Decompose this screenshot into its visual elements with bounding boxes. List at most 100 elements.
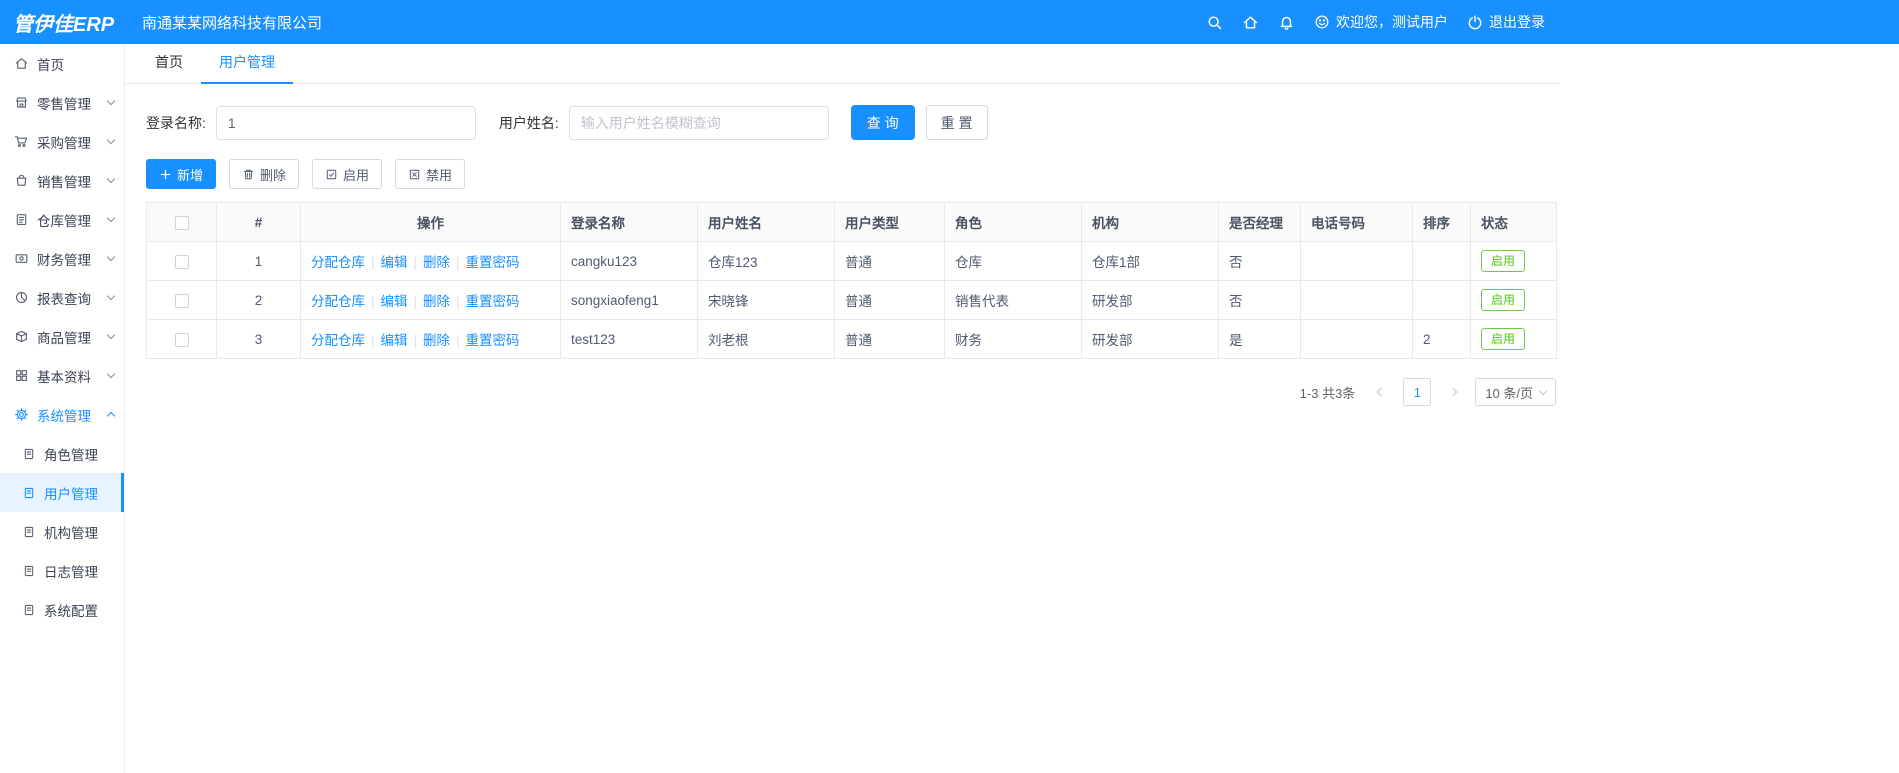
cart-icon <box>14 134 29 149</box>
enable-button[interactable]: 启用 <box>312 159 383 189</box>
sidebar-item-label: 零售管理 <box>37 96 91 112</box>
table-row: 3 分配仓库 | 编辑 | 删除 | 重置密码 test123 刘老根 普通 财务 研发部 … <box>146 319 1557 359</box>
role-cell: 仓库 <box>944 241 1082 281</box>
sidebar-item-role-management[interactable]: 角色管理 <box>0 434 124 473</box>
logout-button[interactable]: 退出登录 <box>1467 12 1545 32</box>
tab-home[interactable]: 首页 <box>137 52 201 83</box>
column-header: 是否经理 <box>1218 202 1301 242</box>
sidebar-item-log-management[interactable]: 日志管理 <box>0 551 124 590</box>
sidebar-item-label: 销售管理 <box>37 174 91 190</box>
divider: | <box>371 294 375 309</box>
sidebar-item-sales[interactable]: 销售管理 <box>0 161 124 200</box>
welcome-user[interactable]: 欢迎您，测试用户 <box>1314 12 1448 32</box>
users-table: # 操作 登录名称 用户姓名 用户类型 角色 机构 是否经理 电话号码 排序 状… <box>146 202 1557 359</box>
divider: | <box>371 255 375 270</box>
form-icon <box>22 525 36 539</box>
sidebar-item-finance[interactable]: 财务管理 <box>0 239 124 278</box>
user-name-label: 用户姓名: <box>498 114 559 131</box>
sidebar-item-basic-data[interactable]: 基本资料 <box>0 356 124 395</box>
row-operations: 分配仓库 | 编辑 | 删除 | 重置密码 <box>300 280 561 320</box>
app-logo: 管伊佳ERP <box>13 13 115 36</box>
sidebar-item-label: 商品管理 <box>37 330 91 346</box>
assign-warehouse-link[interactable]: 分配仓库 <box>311 255 365 270</box>
sidebar-item-purchase[interactable]: 采购管理 <box>0 122 124 161</box>
sidebar-item-system[interactable]: 系统管理 <box>0 395 124 434</box>
sidebar-item-products[interactable]: 商品管理 <box>0 317 124 356</box>
delete-link[interactable]: 删除 <box>423 294 450 309</box>
assign-warehouse-link[interactable]: 分配仓库 <box>311 294 365 309</box>
manager-cell: 是 <box>1218 319 1301 359</box>
prev-page-button[interactable] <box>1369 378 1393 406</box>
page-size-select[interactable]: 10 条/页 <box>1475 378 1556 406</box>
gear-icon <box>14 407 29 422</box>
next-page-button[interactable] <box>1441 378 1465 406</box>
sidebar-item-label: 系统管理 <box>37 408 91 424</box>
welcome-text: 欢迎您，测试用户 <box>1336 14 1448 30</box>
tab-user-management[interactable]: 用户管理 <box>201 52 293 84</box>
sidebar-item-reports[interactable]: 报表查询 <box>0 278 124 317</box>
sidebar-item-org-management[interactable]: 机构管理 <box>0 512 124 551</box>
row-checkbox[interactable] <box>174 332 189 347</box>
plus-icon <box>159 168 172 181</box>
page-number-button[interactable]: 1 <box>1403 378 1432 406</box>
column-header: 电话号码 <box>1300 202 1413 242</box>
row-checkbox[interactable] <box>174 293 189 308</box>
delete-link[interactable]: 删除 <box>423 333 450 348</box>
search-icon[interactable] <box>1206 14 1223 31</box>
disable-button[interactable]: 禁用 <box>395 159 466 189</box>
delete-button[interactable]: 删除 <box>229 159 300 189</box>
login-name-input[interactable] <box>215 105 476 140</box>
form-icon <box>22 564 36 578</box>
assign-warehouse-link[interactable]: 分配仓库 <box>311 333 365 348</box>
status-badge[interactable]: 启用 <box>1481 328 1526 350</box>
logout-text: 退出登录 <box>1489 14 1545 30</box>
form-icon <box>22 603 36 617</box>
login-name-cell: cangku123 <box>560 241 698 281</box>
status-badge[interactable]: 启用 <box>1481 250 1526 272</box>
reset-password-link[interactable]: 重置密码 <box>466 333 520 348</box>
manager-cell: 否 <box>1218 241 1301 281</box>
column-header: 角色 <box>944 202 1082 242</box>
home-icon[interactable] <box>1242 14 1259 31</box>
form-icon <box>22 447 36 461</box>
money-icon <box>14 251 29 266</box>
sidebar-item-warehouse[interactable]: 仓库管理 <box>0 200 124 239</box>
role-cell: 财务 <box>944 319 1082 359</box>
bell-icon[interactable] <box>1278 14 1295 31</box>
pie-chart-icon <box>14 290 29 305</box>
add-button[interactable]: 新增 <box>146 159 217 189</box>
sidebar-item-label: 首页 <box>37 57 64 73</box>
edit-link[interactable]: 编辑 <box>381 333 408 348</box>
user-name-input[interactable] <box>568 105 829 140</box>
divider: | <box>456 333 460 348</box>
org-cell: 研发部 <box>1081 280 1219 320</box>
chevron-up-icon <box>106 411 116 421</box>
query-button[interactable]: 查 询 <box>850 105 915 140</box>
divider: | <box>413 333 418 348</box>
sidebar-item-system-config[interactable]: 系统配置 <box>0 590 124 629</box>
phone-cell <box>1300 319 1413 359</box>
chevron-down-icon <box>106 135 116 145</box>
phone-cell <box>1300 280 1413 320</box>
delete-link[interactable]: 删除 <box>423 255 450 270</box>
pagination: 1-3 共3条 1 10 条/页 <box>146 378 1556 406</box>
select-all-checkbox[interactable] <box>174 215 189 230</box>
status-badge[interactable]: 启用 <box>1481 289 1526 311</box>
sort-cell <box>1412 280 1471 320</box>
sidebar-item-retail[interactable]: 零售管理 <box>0 83 124 122</box>
row-checkbox[interactable] <box>174 254 189 269</box>
sidebar-item-label: 财务管理 <box>37 252 91 268</box>
reset-password-link[interactable]: 重置密码 <box>466 255 520 270</box>
sidebar-item-home[interactable]: 首页 <box>0 44 124 83</box>
edit-link[interactable]: 编辑 <box>381 294 408 309</box>
sidebar-item-label: 报表查询 <box>37 291 91 307</box>
sidebar-item-label: 日志管理 <box>44 564 98 580</box>
reset-password-link[interactable]: 重置密码 <box>466 294 520 309</box>
user-name-cell: 仓库123 <box>697 241 835 281</box>
pagination-total: 1-3 共3条 <box>1299 385 1356 401</box>
edit-link[interactable]: 编辑 <box>381 255 408 270</box>
sidebar-item-user-management[interactable]: 用户管理 <box>0 473 124 512</box>
shop-icon <box>14 95 29 110</box>
row-index: 2 <box>216 280 301 320</box>
reset-button[interactable]: 重 置 <box>925 105 988 140</box>
